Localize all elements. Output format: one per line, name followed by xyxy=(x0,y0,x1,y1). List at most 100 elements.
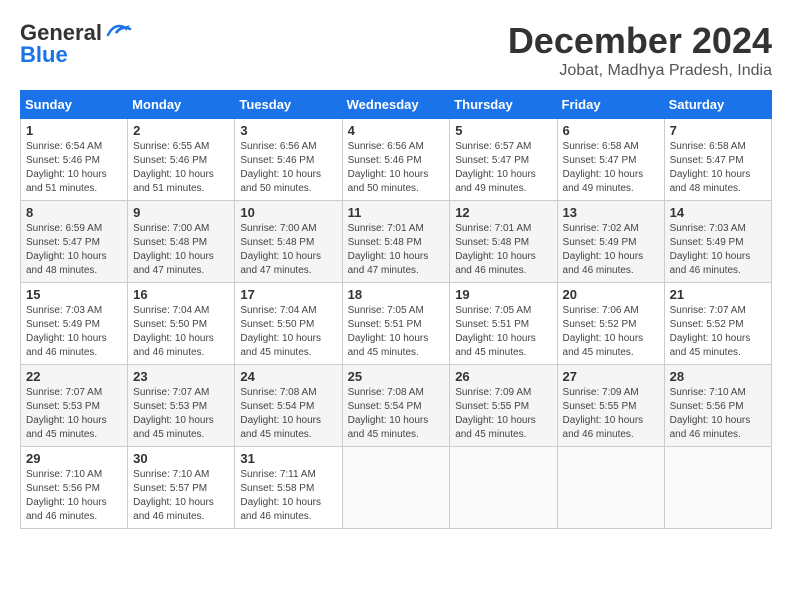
day-info: Sunrise: 7:05 AMSunset: 5:51 PMDaylight:… xyxy=(348,304,445,360)
day-number: 1 xyxy=(26,123,122,138)
day-info: Sunrise: 6:58 AMSunset: 5:47 PMDaylight:… xyxy=(670,140,766,196)
calendar-week-row: 8 Sunrise: 6:59 AMSunset: 5:47 PMDaylight… xyxy=(21,201,772,283)
day-number: 3 xyxy=(240,123,336,138)
table-row xyxy=(450,447,557,529)
day-number: 24 xyxy=(240,369,336,384)
day-number: 26 xyxy=(455,369,551,384)
table-row: 30Sunrise: 7:10 AMSunset: 5:57 PMDayligh… xyxy=(128,447,235,529)
day-info: Sunrise: 7:07 AMSunset: 5:52 PMDaylight:… xyxy=(670,304,766,360)
day-number: 16 xyxy=(133,287,229,302)
calendar-header-tuesday: Tuesday xyxy=(235,91,342,119)
day-number: 8 xyxy=(26,205,122,220)
day-number: 14 xyxy=(670,205,766,220)
table-row: 15 Sunrise: 7:03 AMSunset: 5:49 PMDayligh… xyxy=(21,283,128,365)
table-row: 26 Sunrise: 7:09 AMSunset: 5:55 PMDayligh… xyxy=(450,365,557,447)
table-row: 29 Sunrise: 7:10 AMSunset: 5:56 PMDayligh… xyxy=(21,447,128,529)
table-row: 23 Sunrise: 7:07 AMSunset: 5:53 PMDayligh… xyxy=(128,365,235,447)
day-info: Sunrise: 7:03 AMSunset: 5:49 PMDaylight:… xyxy=(26,304,122,360)
day-number: 28 xyxy=(670,369,766,384)
table-row: 22 Sunrise: 7:07 AMSunset: 5:53 PMDayligh… xyxy=(21,365,128,447)
day-info: Sunrise: 7:09 AMSunset: 5:55 PMDaylight:… xyxy=(455,386,551,442)
calendar-week-row: 22 Sunrise: 7:07 AMSunset: 5:53 PMDayligh… xyxy=(21,365,772,447)
table-row: 18 Sunrise: 7:05 AMSunset: 5:51 PMDayligh… xyxy=(342,283,450,365)
day-info: Sunrise: 7:05 AMSunset: 5:51 PMDaylight:… xyxy=(455,304,551,360)
calendar-header-row: SundayMondayTuesdayWednesdayThursdayFrid… xyxy=(21,91,772,119)
location-title: Jobat, Madhya Pradesh, India xyxy=(508,62,772,80)
day-info: Sunrise: 7:10 AMSunset: 5:57 PMDaylight:… xyxy=(133,468,229,524)
day-number: 19 xyxy=(455,287,551,302)
day-info: Sunrise: 7:07 AMSunset: 5:53 PMDaylight:… xyxy=(133,386,229,442)
day-info: Sunrise: 6:57 AMSunset: 5:47 PMDaylight:… xyxy=(455,140,551,196)
table-row xyxy=(342,447,450,529)
day-number: 5 xyxy=(455,123,551,138)
logo: General Blue xyxy=(20,20,132,68)
day-number: 23 xyxy=(133,369,229,384)
logo-bird-icon xyxy=(104,21,132,41)
day-number: 7 xyxy=(670,123,766,138)
table-row: 28 Sunrise: 7:10 AMSunset: 5:56 PMDayligh… xyxy=(664,365,771,447)
table-row: 8 Sunrise: 6:59 AMSunset: 5:47 PMDaylight… xyxy=(21,201,128,283)
day-number: 13 xyxy=(563,205,659,220)
day-info: Sunrise: 6:59 AMSunset: 5:47 PMDaylight:… xyxy=(26,222,122,278)
table-row xyxy=(664,447,771,529)
table-row: 25 Sunrise: 7:08 AMSunset: 5:54 PMDayligh… xyxy=(342,365,450,447)
day-number: 22 xyxy=(26,369,122,384)
day-info: Sunrise: 7:09 AMSunset: 5:55 PMDaylight:… xyxy=(563,386,659,442)
table-row: 31Sunrise: 7:11 AMSunset: 5:58 PMDayligh… xyxy=(235,447,342,529)
table-row: 9 Sunrise: 7:00 AMSunset: 5:48 PMDaylight… xyxy=(128,201,235,283)
day-info: Sunrise: 7:10 AMSunset: 5:56 PMDaylight:… xyxy=(26,468,122,524)
calendar-table: SundayMondayTuesdayWednesdayThursdayFrid… xyxy=(20,90,772,529)
day-info: Sunrise: 6:55 AMSunset: 5:46 PMDaylight:… xyxy=(133,140,229,196)
day-info: Sunrise: 7:01 AMSunset: 5:48 PMDaylight:… xyxy=(455,222,551,278)
day-number: 18 xyxy=(348,287,445,302)
day-number: 9 xyxy=(133,205,229,220)
page-header: General Blue December 2024 Jobat, Madhya… xyxy=(20,20,772,80)
day-info: Sunrise: 7:06 AMSunset: 5:52 PMDaylight:… xyxy=(563,304,659,360)
day-info: Sunrise: 6:54 AMSunset: 5:46 PMDaylight:… xyxy=(26,140,122,196)
day-number: 15 xyxy=(26,287,122,302)
day-info: Sunrise: 7:00 AMSunset: 5:48 PMDaylight:… xyxy=(133,222,229,278)
table-row: 19 Sunrise: 7:05 AMSunset: 5:51 PMDayligh… xyxy=(450,283,557,365)
day-number: 6 xyxy=(563,123,659,138)
table-row: 10 Sunrise: 7:00 AMSunset: 5:48 PMDayligh… xyxy=(235,201,342,283)
calendar-header-monday: Monday xyxy=(128,91,235,119)
month-title: December 2024 xyxy=(508,20,772,62)
day-info: Sunrise: 7:07 AMSunset: 5:53 PMDaylight:… xyxy=(26,386,122,442)
day-info: Sunrise: 7:08 AMSunset: 5:54 PMDaylight:… xyxy=(348,386,445,442)
day-info: Sunrise: 7:02 AMSunset: 5:49 PMDaylight:… xyxy=(563,222,659,278)
table-row: 13 Sunrise: 7:02 AMSunset: 5:49 PMDayligh… xyxy=(557,201,664,283)
day-info: Sunrise: 7:10 AMSunset: 5:56 PMDaylight:… xyxy=(670,386,766,442)
day-info: Sunrise: 6:58 AMSunset: 5:47 PMDaylight:… xyxy=(563,140,659,196)
day-number: 25 xyxy=(348,369,445,384)
calendar-header-sunday: Sunday xyxy=(21,91,128,119)
day-number: 31 xyxy=(240,451,336,466)
day-number: 29 xyxy=(26,451,122,466)
day-info: Sunrise: 7:04 AMSunset: 5:50 PMDaylight:… xyxy=(240,304,336,360)
day-number: 27 xyxy=(563,369,659,384)
table-row: 24 Sunrise: 7:08 AMSunset: 5:54 PMDayligh… xyxy=(235,365,342,447)
table-row xyxy=(557,447,664,529)
day-number: 21 xyxy=(670,287,766,302)
table-row: 2Sunrise: 6:55 AMSunset: 5:46 PMDaylight… xyxy=(128,119,235,201)
calendar-header-thursday: Thursday xyxy=(450,91,557,119)
table-row: 12 Sunrise: 7:01 AMSunset: 5:48 PMDayligh… xyxy=(450,201,557,283)
table-row: 20Sunrise: 7:06 AMSunset: 5:52 PMDayligh… xyxy=(557,283,664,365)
day-number: 11 xyxy=(348,205,445,220)
table-row: 6 Sunrise: 6:58 AMSunset: 5:47 PMDaylight… xyxy=(557,119,664,201)
table-row: 5 Sunrise: 6:57 AMSunset: 5:47 PMDaylight… xyxy=(450,119,557,201)
table-row: 16Sunrise: 7:04 AMSunset: 5:50 PMDayligh… xyxy=(128,283,235,365)
day-number: 4 xyxy=(348,123,445,138)
day-info: Sunrise: 7:01 AMSunset: 5:48 PMDaylight:… xyxy=(348,222,445,278)
table-row: 7 Sunrise: 6:58 AMSunset: 5:47 PMDaylight… xyxy=(664,119,771,201)
day-info: Sunrise: 7:08 AMSunset: 5:54 PMDaylight:… xyxy=(240,386,336,442)
day-info: Sunrise: 7:03 AMSunset: 5:49 PMDaylight:… xyxy=(670,222,766,278)
table-row: 11 Sunrise: 7:01 AMSunset: 5:48 PMDayligh… xyxy=(342,201,450,283)
table-row: 3Sunrise: 6:56 AMSunset: 5:46 PMDaylight… xyxy=(235,119,342,201)
calendar-header-saturday: Saturday xyxy=(664,91,771,119)
day-info: Sunrise: 7:00 AMSunset: 5:48 PMDaylight:… xyxy=(240,222,336,278)
day-number: 12 xyxy=(455,205,551,220)
day-info: Sunrise: 6:56 AMSunset: 5:46 PMDaylight:… xyxy=(348,140,445,196)
table-row: 21 Sunrise: 7:07 AMSunset: 5:52 PMDayligh… xyxy=(664,283,771,365)
calendar-week-row: 1 Sunrise: 6:54 AMSunset: 5:46 PMDaylight… xyxy=(21,119,772,201)
day-number: 10 xyxy=(240,205,336,220)
